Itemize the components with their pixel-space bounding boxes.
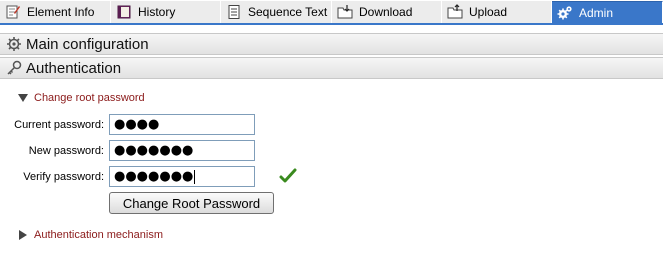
triangle-down-icon bbox=[18, 94, 28, 102]
tab-label: Upload bbox=[469, 5, 508, 19]
folder-download-icon bbox=[337, 5, 353, 19]
triangle-right-icon bbox=[19, 230, 27, 240]
section-main-configuration[interactable]: Main configuration bbox=[0, 33, 663, 55]
tab-upload[interactable]: Upload bbox=[442, 1, 552, 23]
text-caret bbox=[194, 169, 196, 184]
tab-label: Sequence Text bbox=[248, 5, 328, 19]
folder-upload-icon bbox=[447, 4, 463, 19]
checkmark-icon bbox=[279, 168, 297, 183]
section-title: Authentication bbox=[26, 59, 122, 77]
section-authentication[interactable]: Authentication bbox=[0, 57, 663, 79]
gear-icon bbox=[7, 37, 21, 51]
tab-element-info[interactable]: Element Info bbox=[0, 1, 111, 23]
tab-label: Element Info bbox=[27, 5, 95, 19]
element-info-icon bbox=[6, 5, 20, 19]
new-password-field[interactable]: ●●●●●●● bbox=[109, 140, 255, 161]
verify-password-label: Verify password: bbox=[23, 171, 104, 183]
tab-admin[interactable]: Admin bbox=[552, 1, 663, 23]
authentication-mechanism-toggle[interactable]: Authentication mechanism bbox=[17, 229, 163, 241]
current-password-field[interactable]: ●●●● bbox=[109, 114, 255, 135]
tab-label: Download bbox=[359, 5, 413, 19]
tab-download[interactable]: Download bbox=[332, 1, 442, 23]
new-password-value: ●●●●●●● bbox=[114, 143, 194, 158]
tab-underline bbox=[0, 23, 663, 25]
current-password-value: ●●●● bbox=[114, 117, 160, 132]
change-root-password-toggle[interactable]: Change root password bbox=[17, 92, 145, 104]
section-title: Main configuration bbox=[26, 35, 149, 53]
expander-label: Change root password bbox=[34, 92, 145, 104]
change-root-password-button[interactable]: Change Root Password bbox=[109, 192, 274, 214]
key-icon bbox=[7, 60, 22, 75]
current-password-label: Current password: bbox=[14, 119, 104, 131]
tab-history[interactable]: History bbox=[111, 1, 221, 23]
verify-password-value: ●●●●●●● bbox=[114, 169, 194, 184]
document-icon bbox=[228, 5, 240, 19]
tab-label: History bbox=[138, 5, 176, 19]
admin-gears-icon bbox=[557, 5, 572, 19]
expander-label: Authentication mechanism bbox=[34, 229, 164, 241]
tab-label: Admin bbox=[579, 5, 614, 20]
tab-sequence-text[interactable]: Sequence Text bbox=[221, 1, 332, 23]
new-password-label: New password: bbox=[28, 145, 104, 157]
verify-password-field[interactable]: ●●●●●●● bbox=[109, 166, 255, 187]
history-book-icon bbox=[117, 5, 131, 19]
tab-bar: Element Info History Sequence Text Downl… bbox=[0, 0, 663, 24]
